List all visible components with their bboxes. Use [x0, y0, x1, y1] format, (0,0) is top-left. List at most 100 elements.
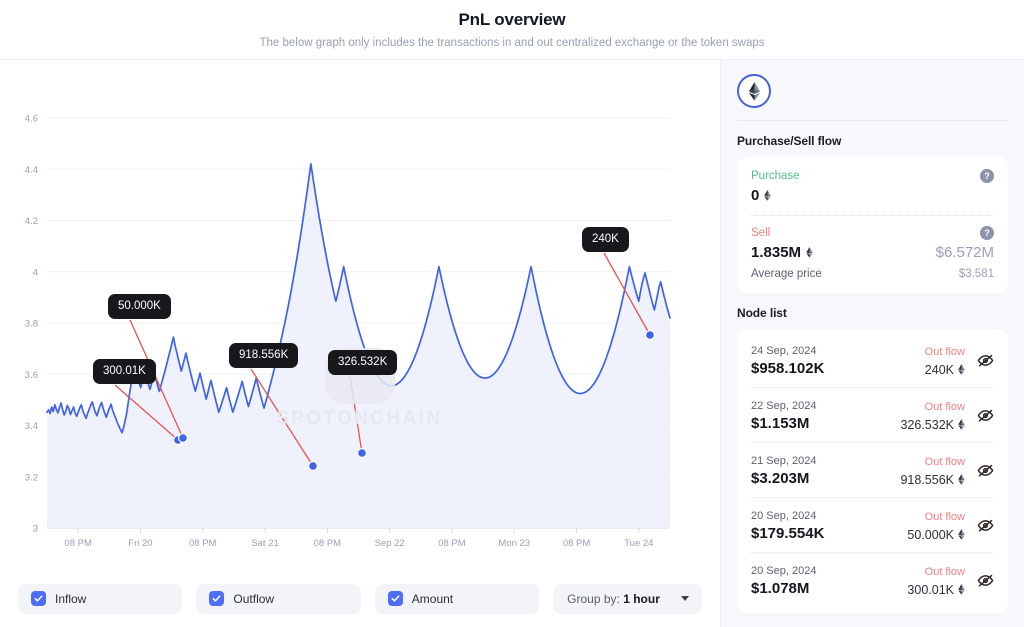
node-flow-label: Out flow: [900, 400, 965, 414]
y-axis-tick-label: 3.4: [25, 421, 38, 432]
ethereum-icon: [764, 190, 771, 201]
node-list-item[interactable]: 24 Sep, 2024$958.102KOut flow 240K: [751, 333, 994, 387]
x-axis-tick-label: 08 PM: [438, 538, 466, 549]
node-hide-toggle[interactable]: [977, 462, 994, 479]
annotation-data-point[interactable]: [309, 462, 318, 471]
average-price-row: Average price $3.581: [751, 268, 994, 280]
chart-annotation-label[interactable]: 50.000K: [108, 294, 171, 319]
node-list-item[interactable]: 20 Sep, 2024$1.078MOut flow300.01K: [751, 552, 994, 607]
y-axis-tick-label: 4.2: [25, 216, 38, 227]
node-token-amount-value: 326.532K: [900, 418, 954, 432]
eye-off-icon[interactable]: [977, 462, 994, 479]
node-token-amount-value: 300.01K: [907, 583, 954, 597]
node-list-item[interactable]: 21 Sep, 2024$3.203MOut flow 918.556K: [751, 442, 994, 497]
node-token-amount-value: 50.000K: [907, 528, 954, 542]
toggle-inflow[interactable]: Inflow: [18, 584, 182, 614]
node-left: 20 Sep, 2024 $179.554K: [751, 509, 907, 542]
chart-annotation-label[interactable]: 326.532K: [328, 350, 397, 375]
annotation-data-point[interactable]: [646, 331, 655, 340]
node-token-amount-value: 918.556K: [900, 473, 954, 487]
chart-area-fill: [47, 164, 670, 528]
node-list-title: Node list: [737, 306, 1008, 320]
token-badge[interactable]: [737, 74, 771, 108]
node-date: 22 Sep, 2024: [751, 399, 900, 413]
eye-off-icon[interactable]: [977, 352, 994, 369]
sell-help-icon[interactable]: ?: [980, 226, 994, 240]
y-axis-tick-label: 4.6: [25, 114, 38, 125]
node-date: 20 Sep, 2024: [751, 509, 907, 523]
annotation-data-point[interactable]: [179, 434, 188, 443]
node-flow-label: Out flow: [900, 455, 965, 469]
node-left: 21 Sep, 2024$3.203M: [751, 454, 900, 487]
ethereum-icon: [748, 82, 761, 101]
node-list: 24 Sep, 2024$958.102KOut flow240K22 Sep,…: [737, 329, 1008, 613]
x-axis-tick-label: Mon 23: [498, 538, 530, 549]
purchase-amount: 0: [751, 187, 800, 204]
node-hide-toggle[interactable]: [977, 572, 994, 589]
eye-off-icon[interactable]: [977, 407, 994, 424]
purchase-sell-card: Purchase 0: [737, 157, 1008, 293]
card-divider: [751, 215, 994, 216]
y-axis-tick-label: 3.6: [25, 370, 38, 381]
node-token-amount: 240K: [925, 363, 965, 377]
checkbox-amount[interactable]: [388, 591, 403, 606]
group-by-dropdown[interactable]: Group by: 1 hour: [553, 584, 702, 614]
toggle-amount-label: Amount: [412, 592, 453, 606]
node-token-amount: 326.532K: [900, 418, 965, 432]
toggle-amount[interactable]: Amount: [375, 584, 539, 614]
toggle-outflow[interactable]: Outflow: [196, 584, 360, 614]
node-list-item[interactable]: 22 Sep, 2024$1.153MOut flow326.532K: [751, 387, 994, 442]
annotation-data-point[interactable]: [358, 449, 367, 458]
node-right: Out flow 918.556K: [900, 455, 965, 487]
ethereum-icon: [958, 419, 965, 430]
node-hide-toggle[interactable]: [977, 517, 994, 534]
group-by-text: Group by: 1 hour: [567, 592, 660, 606]
page-body: 33.23.43.63.844.24.44.608 PMFri 2008 PMS…: [0, 60, 1024, 627]
node-usd-value: $3.203M: [751, 470, 900, 487]
node-list-item[interactable]: 20 Sep, 2024$179.554KOut flow50.000K: [751, 497, 994, 552]
node-flow-label: Out flow: [907, 565, 965, 579]
purchase-help-icon[interactable]: ?: [980, 169, 994, 183]
node-hide-toggle[interactable]: [977, 407, 994, 424]
checkbox-inflow[interactable]: [31, 591, 46, 606]
node-hide-toggle[interactable]: [977, 352, 994, 369]
page-header: PnL overview The below graph only includ…: [0, 0, 1024, 60]
sell-usd-value: $6.572M: [936, 244, 994, 261]
ethereum-icon: [958, 474, 965, 485]
group-by-prefix: Group by:: [567, 592, 620, 606]
x-axis-tick-label: 08 PM: [64, 538, 92, 549]
x-axis-tick-label: Tue 24: [624, 538, 653, 549]
eye-off-icon[interactable]: [977, 572, 994, 589]
chart-area[interactable]: 33.23.43.63.844.24.44.608 PMFri 2008 PMS…: [0, 60, 720, 570]
x-axis-tick-label: Fri 20: [128, 538, 152, 549]
node-usd-value: $179.554K: [751, 525, 907, 542]
node-right: Out flow 300.01K: [907, 565, 965, 597]
node-flow-label: Out flow: [925, 345, 965, 359]
node-date: 20 Sep, 2024: [751, 564, 907, 578]
sell-amount-value: 1.835M: [751, 244, 801, 261]
x-axis-tick-label: 08 PM: [563, 538, 591, 549]
chart-annotation-label[interactable]: 918.556K: [229, 343, 298, 368]
pnl-overview-page: PnL overview The below graph only includ…: [0, 0, 1024, 627]
purchase-sell-flow-title: Purchase/Sell flow: [737, 134, 1008, 148]
sidebar: Purchase/Sell flow Purchase 0: [720, 60, 1024, 627]
chart-annotation-label[interactable]: 300.01K: [93, 359, 156, 384]
toggle-outflow-label: Outflow: [233, 592, 274, 606]
purchase-label: Purchase: [751, 169, 800, 183]
chart-annotation-label[interactable]: 240K: [582, 227, 629, 252]
x-axis-tick-label: 08 PM: [314, 538, 342, 549]
y-axis-tick-label: 4.4: [25, 165, 38, 176]
toggle-inflow-label: Inflow: [55, 592, 86, 606]
page-subtitle: The below graph only includes the transa…: [259, 36, 764, 50]
y-axis-tick-label: 4: [33, 267, 38, 278]
sell-amount: 1.835M: [751, 244, 813, 261]
y-axis-tick-label: 3: [33, 524, 38, 535]
y-axis-tick-label: 3.2: [25, 472, 38, 483]
ethereum-icon: [958, 364, 965, 375]
chart-pane: 33.23.43.63.844.24.44.608 PMFri 2008 PMS…: [0, 60, 720, 627]
node-token-amount: 918.556K: [900, 473, 965, 487]
eye-off-icon[interactable]: [977, 517, 994, 534]
node-left: 24 Sep, 2024$958.102K: [751, 344, 925, 377]
sidebar-divider: [737, 120, 1008, 121]
checkbox-outflow[interactable]: [209, 591, 224, 606]
